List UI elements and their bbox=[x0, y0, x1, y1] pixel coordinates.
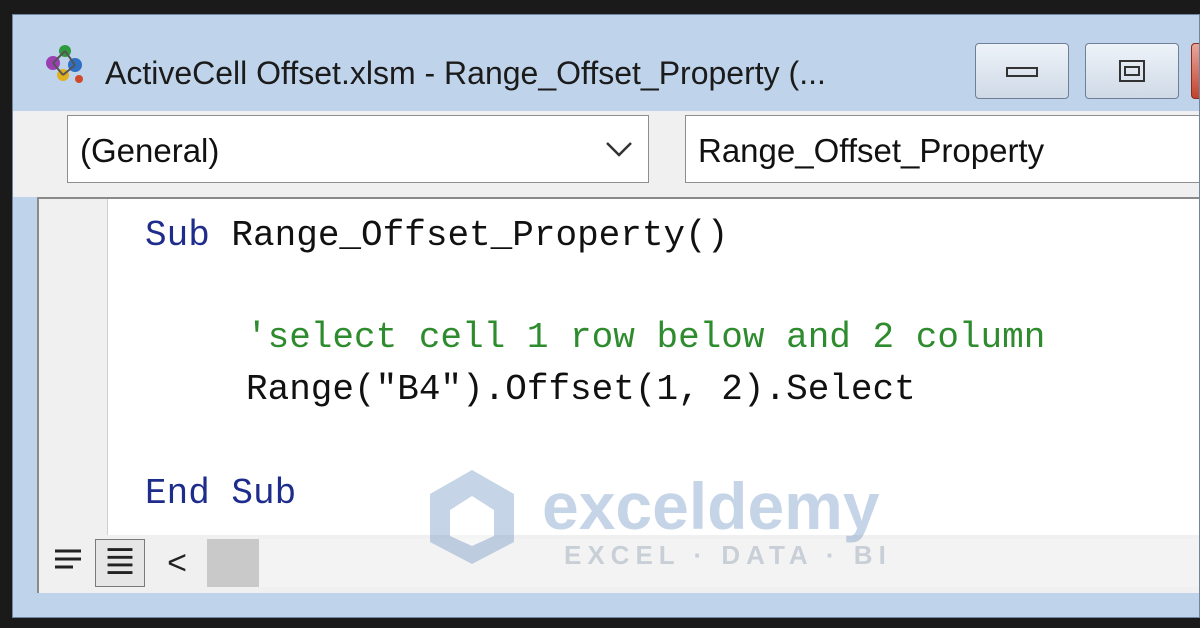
chevron-down-icon bbox=[606, 142, 632, 157]
watermark-tagline: EXCEL · DATA · BI bbox=[564, 540, 892, 570]
code-line: Sub Range_Offset_Property() bbox=[145, 215, 728, 256]
minimize-icon bbox=[1006, 67, 1038, 77]
title-bar[interactable]: ActiveCell Offset.xlsm - Range_Offset_Pr… bbox=[13, 15, 1199, 111]
code-text: Range_Offset_Property() bbox=[209, 215, 729, 256]
exceldemy-logo-icon bbox=[430, 470, 514, 564]
exceldemy-watermark: exceldemy EXCEL · DATA · BI bbox=[422, 466, 922, 576]
procedure-view-icon[interactable] bbox=[43, 539, 93, 587]
scrollbar-thumb[interactable] bbox=[207, 539, 259, 587]
window-title: ActiveCell Offset.xlsm - Range_Offset_Pr… bbox=[105, 55, 826, 91]
code-statement: Range("B4").Offset(1, 2).Select bbox=[246, 369, 916, 410]
watermark-brand: exceldemy bbox=[542, 469, 880, 543]
code-line: End Sub bbox=[145, 473, 296, 514]
keyword: Sub bbox=[145, 215, 210, 256]
indicator-margin[interactable] bbox=[39, 199, 108, 535]
object-dropdown[interactable]: (General) bbox=[67, 115, 649, 183]
maximize-icon bbox=[1119, 60, 1145, 82]
code-comment: 'select cell 1 row below and 2 column bbox=[246, 317, 1046, 358]
full-module-view-icon[interactable] bbox=[95, 539, 145, 587]
keyword: End bbox=[145, 473, 210, 514]
close-button[interactable] bbox=[1191, 43, 1199, 99]
code-toolbar: (General) Range_Offset_Property bbox=[13, 111, 1199, 197]
procedure-dropdown[interactable]: Range_Offset_Property bbox=[685, 115, 1199, 183]
maximize-button[interactable] bbox=[1085, 43, 1179, 99]
object-dropdown-value: (General) bbox=[80, 132, 220, 169]
procedure-dropdown-value: Range_Offset_Property bbox=[698, 132, 1045, 169]
keyword: Sub bbox=[231, 473, 297, 514]
minimize-button[interactable] bbox=[975, 43, 1069, 99]
window-bottom-frame bbox=[13, 593, 1199, 617]
scroll-left-arrow-icon[interactable]: < bbox=[157, 541, 197, 585]
code-lines: Sub Range_Offset_Property() 'select cell… bbox=[145, 199, 1045, 514]
vba-project-icon bbox=[46, 45, 83, 83]
